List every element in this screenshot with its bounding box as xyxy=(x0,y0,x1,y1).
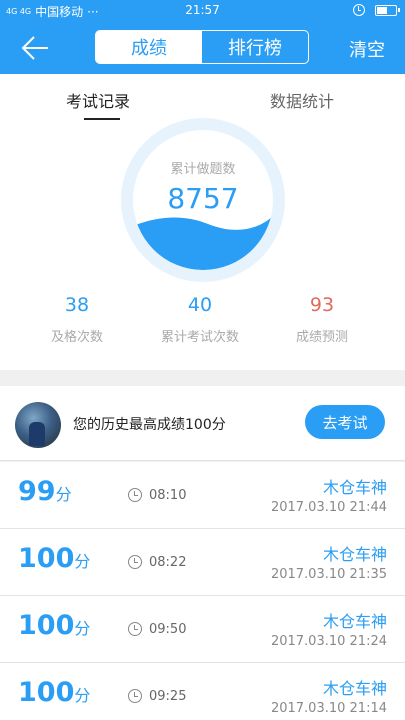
record-user: 木仓车神 xyxy=(322,612,387,631)
exam-record-row[interactable]: 99分 08:10 木仓车神 2017.03.10 21:44 xyxy=(0,462,405,529)
record-date: 2017.03.10 21:35 xyxy=(270,567,387,582)
segment-control: 成绩 排行榜 xyxy=(95,30,309,64)
score-value: 100 xyxy=(18,543,75,574)
clear-button[interactable]: 清空 xyxy=(349,36,385,62)
clock-icon xyxy=(128,622,142,636)
record-user: 木仓车神 xyxy=(322,679,387,698)
record-score: 100分 xyxy=(18,543,90,574)
score-unit: 分 xyxy=(55,485,72,504)
avatar xyxy=(15,402,61,448)
exam-record-row[interactable]: 100分 09:25 木仓车神 2017.03.10 21:14 xyxy=(0,663,405,720)
exam-record-row[interactable]: 100分 09:50 木仓车神 2017.03.10 21:24 xyxy=(0,596,405,663)
exam-records-list: 99分 08:10 木仓车神 2017.03.10 21:44 100分 08:22 木仓车… xyxy=(0,462,405,720)
stat-label: 及格次数 xyxy=(50,330,103,345)
score-unit: 分 xyxy=(74,686,91,705)
clock-time: 21:57 xyxy=(185,3,220,17)
stat-value: 40 xyxy=(187,294,213,316)
arrow-left-icon[interactable] xyxy=(20,34,50,62)
record-date: 2017.03.10 21:44 xyxy=(270,500,387,515)
battery-icon xyxy=(375,4,400,16)
record-duration: 09:50 xyxy=(149,622,187,637)
clock-icon xyxy=(128,488,142,502)
subtab-data-stats[interactable]: 数据统计 xyxy=(270,88,334,112)
score-value: 100 xyxy=(18,610,75,641)
stat-exam-count: 40 累计考试次数 xyxy=(145,294,255,345)
stat-value: 93 xyxy=(309,294,335,316)
clock-icon xyxy=(128,555,142,569)
alarm-icon xyxy=(353,4,365,16)
score-value: 100 xyxy=(18,677,75,708)
record-score: 100分 xyxy=(18,610,90,641)
score-unit: 分 xyxy=(74,552,91,571)
record-duration: 08:22 xyxy=(149,555,187,570)
gauge-label: 累计做题数 xyxy=(170,162,236,177)
tab-ranking[interactable]: 排行榜 xyxy=(202,31,308,63)
take-exam-button[interactable]: 去考试 xyxy=(305,405,385,439)
stat-score-prediction: 93 成绩预测 xyxy=(267,294,377,345)
record-score: 100分 xyxy=(18,677,90,708)
record-date: 2017.03.10 21:24 xyxy=(270,634,387,649)
stat-value: 38 xyxy=(64,294,90,316)
summary-panel: 考试记录 数据统计 累计做题数 8757 38 及格次数 40 累计考试次数 9… xyxy=(0,74,405,370)
exam-record-row[interactable]: 100分 08:22 木仓车神 2017.03.10 21:35 xyxy=(0,529,405,596)
clock-icon xyxy=(128,689,142,703)
record-duration: 09:25 xyxy=(149,689,187,704)
battery-level xyxy=(377,6,388,14)
best-score-text: 您的历史最高成绩100分 xyxy=(73,417,226,433)
score-unit: 分 xyxy=(74,619,91,638)
record-score: 99分 xyxy=(18,476,72,507)
subtab-exam-records[interactable]: 考试记录 xyxy=(66,88,130,112)
record-user: 木仓车神 xyxy=(322,478,387,497)
gauge-inner: 累计做题数 8757 xyxy=(133,130,273,270)
record-duration: 08:10 xyxy=(149,488,187,503)
status-right xyxy=(353,4,400,16)
top-nav: 成绩 排行榜 清空 xyxy=(0,22,405,74)
gauge-value: 8757 xyxy=(167,182,239,215)
stat-label: 成绩预测 xyxy=(295,330,348,345)
tab-scores[interactable]: 成绩 xyxy=(96,31,202,63)
record-user: 木仓车神 xyxy=(322,545,387,564)
stat-pass-count: 38 及格次数 xyxy=(22,294,132,345)
score-value: 99 xyxy=(18,476,56,507)
total-questions-gauge: 累计做题数 8757 xyxy=(121,118,285,282)
active-tab-underline xyxy=(84,118,120,120)
record-date: 2017.03.10 21:14 xyxy=(270,701,387,716)
status-bar: 4G 4G 中国移动 ··· 21:57 xyxy=(0,0,405,22)
stat-label: 累计考试次数 xyxy=(160,330,239,345)
best-score-row: 您的历史最高成绩100分 去考试 xyxy=(0,386,405,461)
